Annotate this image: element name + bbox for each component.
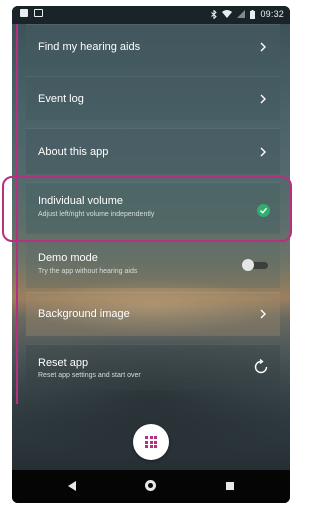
menu-item-about-this-app[interactable]: About this app xyxy=(26,128,280,174)
chevron-right-icon xyxy=(260,309,266,319)
navigation-bar xyxy=(12,470,290,503)
status-time: 09:32 xyxy=(260,9,284,19)
menu-item-label: Background image xyxy=(38,308,130,320)
menu-item-label: Reset app xyxy=(38,357,89,369)
notification-icon xyxy=(20,9,28,17)
menu-item-label: Individual volume xyxy=(38,195,123,207)
wifi-icon xyxy=(222,10,233,18)
recent-apps-icon[interactable] xyxy=(226,482,234,490)
status-bar: 09:32 xyxy=(12,6,290,24)
bluetooth-icon xyxy=(211,9,218,19)
chevron-right-icon xyxy=(260,94,266,104)
accent-line xyxy=(16,24,18,404)
check-icon[interactable] xyxy=(257,204,270,217)
menu-item-background-image[interactable]: Background image xyxy=(26,292,280,336)
photo-icon xyxy=(34,9,43,17)
chevron-right-icon xyxy=(260,42,266,52)
home-icon[interactable] xyxy=(145,480,156,491)
menu-item-individual-volume[interactable]: Individual volume Adjust left/right volu… xyxy=(26,182,280,234)
menu-item-description: Adjust left/right volume independently xyxy=(38,211,155,218)
reset-icon[interactable] xyxy=(252,358,270,376)
menu-item-label: About this app xyxy=(38,146,109,158)
menu-item-description: Try the app without hearing aids xyxy=(38,268,138,275)
menu-item-find-my-hearing-aids[interactable]: Find my hearing aids xyxy=(26,24,280,68)
apps-button[interactable] xyxy=(133,424,169,460)
menu-item-label: Find my hearing aids xyxy=(38,41,141,53)
battery-icon xyxy=(250,9,256,19)
demo-mode-toggle[interactable] xyxy=(242,259,270,271)
chevron-right-icon xyxy=(260,147,266,157)
grid-icon xyxy=(145,436,157,448)
menu-item-label: Event log xyxy=(38,93,84,105)
toggle-knob xyxy=(242,259,254,271)
phone-frame: 09:32 Find my hearing aids Event log Abo… xyxy=(12,6,290,503)
menu-item-reset-app[interactable]: Reset app Reset app settings and start o… xyxy=(26,344,280,390)
signal-icon xyxy=(237,10,246,18)
settings-screen: 09:32 Find my hearing aids Event log Abo… xyxy=(12,6,290,470)
back-icon[interactable] xyxy=(68,481,76,491)
menu-item-label: Demo mode xyxy=(38,252,98,264)
menu-item-demo-mode[interactable]: Demo mode Try the app without hearing ai… xyxy=(26,240,280,288)
menu-item-description: Reset app settings and start over xyxy=(38,372,141,379)
menu-item-event-log[interactable]: Event log xyxy=(26,76,280,120)
